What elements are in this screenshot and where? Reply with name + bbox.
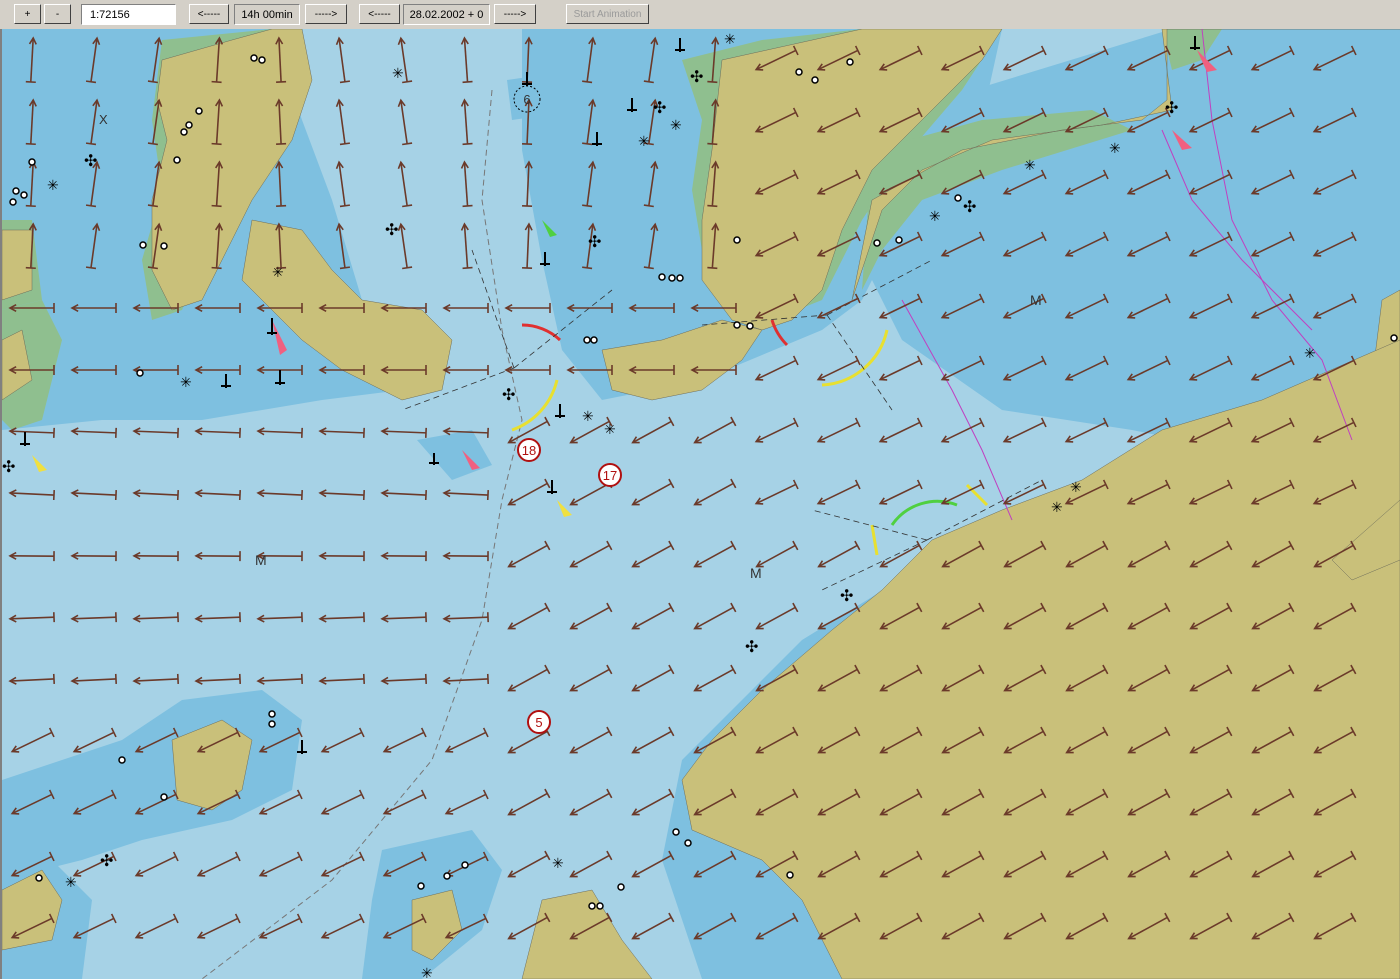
svg-text:✣: ✣ xyxy=(840,588,853,605)
svg-text:✳: ✳ xyxy=(272,264,284,280)
svg-text:✳: ✳ xyxy=(421,965,433,979)
svg-text:✣: ✣ xyxy=(588,234,601,251)
label-m: M xyxy=(750,565,762,581)
svg-text:✳: ✳ xyxy=(582,408,594,424)
label-m: M xyxy=(1030,292,1042,308)
nautical-chart[interactable]: ✳ ✳ ✳ ✳ ✳ ✳ ✳ ✳ ✳ ✳ ✳ ✳ ✳ ✳ ✳ ✳ ✳ ✳ ✣ ✣ ✣ … xyxy=(0,29,1400,979)
svg-text:✳: ✳ xyxy=(638,133,650,149)
current-arrow-tail xyxy=(462,80,473,84)
time-forward-button[interactable]: -----> xyxy=(305,4,347,24)
zoom-out-button[interactable]: - xyxy=(44,4,71,24)
svg-text:✳: ✳ xyxy=(670,117,682,133)
svg-text:5: 5 xyxy=(535,715,542,730)
current-arrow-tail xyxy=(462,266,473,270)
svg-text:✳: ✳ xyxy=(1051,499,1063,515)
chart-canvas[interactable]: ✳ ✳ ✳ ✳ ✳ ✳ ✳ ✳ ✳ ✳ ✳ ✳ ✳ ✳ ✳ ✳ ✳ ✳ ✣✣✣ … xyxy=(2,29,1400,979)
current-arrow-tail xyxy=(462,142,473,146)
svg-text:✣: ✣ xyxy=(653,100,666,117)
svg-text:18: 18 xyxy=(522,443,536,458)
date-forward-button[interactable]: -----> xyxy=(494,4,536,24)
svg-text:✳: ✳ xyxy=(929,208,941,224)
scale-field[interactable]: 1:72156 xyxy=(81,4,176,25)
marker-17[interactable]: 17 xyxy=(598,463,622,487)
svg-text:✳: ✳ xyxy=(1304,345,1316,361)
svg-text:✣: ✣ xyxy=(100,853,113,870)
svg-text:✣: ✣ xyxy=(1165,100,1178,117)
current-arrow-tail xyxy=(25,204,36,208)
svg-text:✳: ✳ xyxy=(724,31,736,47)
svg-text:✳: ✳ xyxy=(604,421,616,437)
current-arrow-tail xyxy=(211,142,222,146)
label-x: X xyxy=(99,112,108,127)
svg-text:✳: ✳ xyxy=(392,65,404,81)
current-arrow-tail xyxy=(707,80,718,84)
svg-text:✳: ✳ xyxy=(180,374,192,390)
svg-text:✣: ✣ xyxy=(690,69,703,86)
current-arrow-tail xyxy=(25,142,36,146)
svg-text:✣: ✣ xyxy=(2,459,15,476)
svg-text:✳: ✳ xyxy=(1109,140,1121,156)
svg-text:✣: ✣ xyxy=(502,387,515,404)
current-arrow-tail xyxy=(25,80,36,84)
svg-text:✣: ✣ xyxy=(84,153,97,170)
svg-text:✣: ✣ xyxy=(745,639,758,656)
current-arrow-tail xyxy=(211,204,222,208)
svg-text:✳: ✳ xyxy=(552,855,564,871)
current-arrow-tail xyxy=(707,142,718,146)
zoom-in-button[interactable]: + xyxy=(14,4,41,24)
svg-text:✣: ✣ xyxy=(963,199,976,216)
marker-18[interactable]: 18 xyxy=(517,438,541,462)
toolbar: + - 1:72156 <----- 14h 00min -----> <---… xyxy=(0,0,1400,30)
current-arrow-tail xyxy=(211,266,222,270)
time-back-button[interactable]: <----- xyxy=(189,4,229,24)
marker-5[interactable]: 5 xyxy=(527,710,551,734)
label-m: M xyxy=(255,552,267,568)
current-arrow-tail xyxy=(211,80,222,84)
time-step-readout: 14h 00min xyxy=(234,4,300,25)
date-back-button[interactable]: <----- xyxy=(359,4,400,24)
current-arrow-tail xyxy=(462,204,473,208)
svg-text:✳: ✳ xyxy=(1024,157,1036,173)
current-arrow-tail xyxy=(707,266,718,270)
svg-text:6: 6 xyxy=(523,92,530,107)
svg-text:17: 17 xyxy=(603,468,617,483)
start-animation-button[interactable]: Start Animation xyxy=(566,4,649,24)
svg-text:✳: ✳ xyxy=(1070,479,1082,495)
date-readout: 28.02.2002 + 0 xyxy=(403,4,490,25)
svg-text:✳: ✳ xyxy=(47,177,59,193)
svg-text:✣: ✣ xyxy=(385,222,398,239)
current-arrow-tail xyxy=(25,266,36,270)
current-arrow-tail xyxy=(707,204,718,208)
svg-text:✳: ✳ xyxy=(65,874,77,890)
